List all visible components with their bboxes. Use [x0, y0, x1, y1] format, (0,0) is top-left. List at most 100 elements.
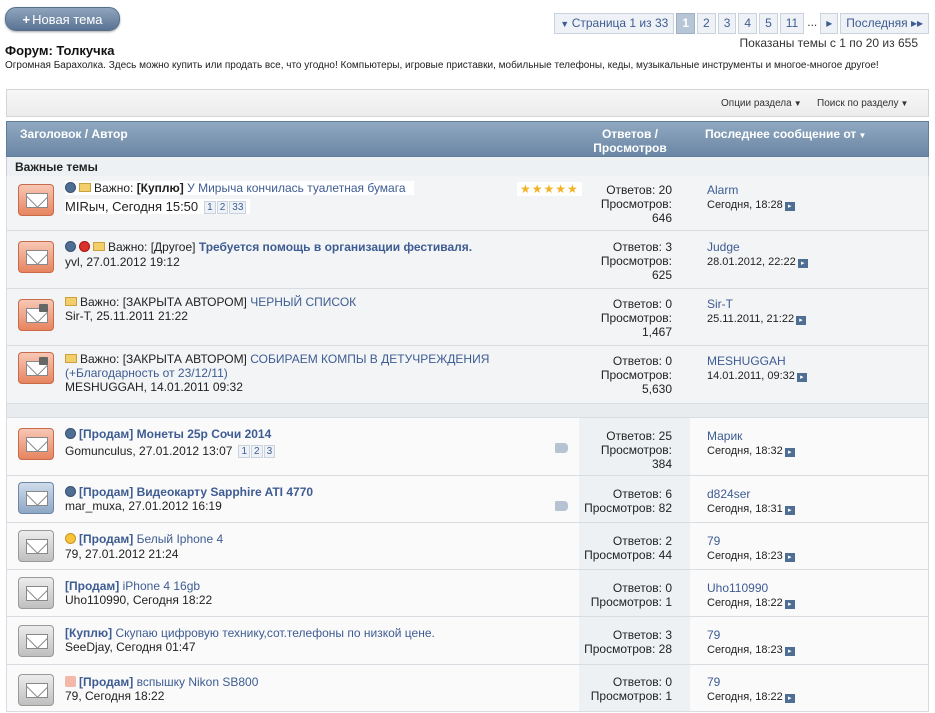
thread-title-line: Важно: [ЗАКРЫТА АВТОРОМ] СОБИРАЕМ КОМПЫ …	[65, 352, 489, 366]
thread-title-link[interactable]: У Мирыча кончилась туалетная бумага	[187, 181, 405, 195]
last-post-user[interactable]: Марик	[707, 429, 795, 443]
goto-last-post-icon[interactable]: ▸	[784, 600, 795, 609]
last-page-button[interactable]: Последняя ▸▸	[840, 13, 929, 34]
thread-title-line: [Продам] iPhone 4 16gb	[65, 579, 200, 593]
sort-last-post[interactable]: Последнее сообщение от ▼	[705, 127, 866, 141]
thread-status-icon	[65, 428, 76, 439]
thread-tag: [Другое]	[150, 240, 196, 254]
thread-title-link[interactable]: Скупаю цифровую технику,сот.телефоны по …	[115, 626, 434, 640]
thread-prefix: Важно:	[108, 240, 148, 254]
last-post-time: Сегодня, 18:32	[707, 445, 783, 457]
thread-title-line: [Продам] Видеокарту Sapphire ATI 4770	[65, 485, 313, 499]
goto-last-post-icon[interactable]: ▸	[784, 647, 795, 656]
page-link-3[interactable]: 3	[717, 13, 737, 34]
thread-author: 79, Сегодня 18:22	[65, 689, 165, 703]
goto-last-post-icon[interactable]: ▸	[796, 316, 807, 325]
views-count: Просмотров: 82	[584, 501, 672, 515]
thread-tag: [Продам]	[79, 485, 134, 499]
thread-icon	[18, 530, 54, 562]
last-post-user[interactable]: Alarm	[707, 183, 795, 197]
thread-prefix: Важно:	[80, 295, 120, 309]
page-link-5[interactable]: 5	[759, 13, 778, 34]
last-post-time: 14.01.2011, 09:32	[707, 370, 795, 382]
page-link-11[interactable]: 11	[779, 13, 805, 34]
tag-icon[interactable]	[555, 501, 568, 511]
thread-title-link-continued[interactable]: (+Благодарность от 23/12/11)	[65, 366, 228, 380]
last-post-user[interactable]: 79	[707, 534, 795, 548]
mini-page-link[interactable]: 2	[251, 445, 263, 458]
thread-title-link[interactable]: вспышку Nikon SB800	[137, 675, 259, 689]
thread-title-link[interactable]: iPhone 4 16gb	[123, 579, 200, 593]
thread-title-link[interactable]: СОБИРАЕМ КОМПЫ В ДЕТУЧРЕЖДЕНИЯ	[250, 352, 489, 366]
thread-title-link[interactable]: Видеокарту Sapphire ATI 4770	[137, 485, 313, 499]
views-count: 1,467	[641, 325, 672, 339]
next-page-button[interactable]: ▸	[820, 13, 839, 34]
section-options-menu[interactable]: Опции раздела ▼	[721, 98, 802, 109]
triangle-down-icon: ▼	[560, 19, 572, 29]
last-post-user[interactable]: Judge	[707, 240, 808, 254]
last-post-user[interactable]: 79	[707, 675, 795, 689]
views-count: Просмотров: 44	[584, 548, 672, 562]
thread-stats: Ответов: 0 Просмотров: 1	[579, 665, 690, 711]
thread-row: [Продам] Видеокарту Sapphire ATI 4770 ma…	[6, 476, 929, 523]
sort-replies-views[interactable]: Ответов / Просмотров	[585, 127, 675, 155]
goto-last-post-icon[interactable]: ▸	[797, 259, 808, 268]
thread-stats: Ответов: 0 Просмотров: 1,467	[579, 297, 690, 339]
thread-title-link[interactable]: Монеты 25р Сочи 2014	[137, 427, 272, 441]
mini-page-link[interactable]: 1	[238, 445, 251, 458]
mini-page-link[interactable]: 3	[263, 445, 276, 458]
last-post-user[interactable]: 79	[707, 628, 795, 642]
thread-title-link[interactable]: Белый Iphone 4	[137, 532, 224, 546]
last-post-user[interactable]: d824ser	[707, 487, 795, 501]
last-post-user[interactable]: Sir-T	[707, 297, 806, 311]
sort-title-author[interactable]: Заголовок / Автор	[20, 127, 128, 141]
rating-stars: ★★★★★	[517, 182, 582, 196]
last-post-info: Uho110990 Сегодня, 18:22 ▸	[707, 581, 795, 610]
page-link-2[interactable]: 2	[697, 13, 716, 34]
thread-status-icon	[65, 241, 76, 252]
thread-author: MIRыч, Сегодня 15:50 1 2 33	[65, 199, 251, 214]
goto-last-post-icon[interactable]: ▸	[784, 202, 795, 211]
thread-icon	[18, 674, 54, 706]
page-link-1[interactable]: 1	[676, 13, 696, 34]
views-count: Просмотров: 1	[590, 595, 672, 609]
thread-stats: Ответов: 3 Просмотров: 28	[579, 617, 690, 664]
views-label: Просмотров:	[600, 368, 672, 382]
thread-row: Важно: [Другое] Требуется помощь в орган…	[6, 231, 929, 289]
goto-last-post-icon[interactable]: ▸	[784, 553, 795, 562]
tag-icon[interactable]	[555, 443, 568, 453]
hot-thread-icon	[18, 428, 54, 460]
replies-count: Ответов: 20	[606, 183, 672, 197]
goto-last-post-icon[interactable]: ▸	[796, 373, 807, 382]
mini-page-link[interactable]: 33	[229, 201, 247, 214]
thread-author: MESHUGGAH, 14.01.2011 09:32	[65, 380, 243, 394]
views-count: 5,630	[641, 382, 672, 396]
folder-icon	[79, 183, 91, 192]
thread-title-line: [Продам] Белый Iphone 4	[65, 532, 223, 546]
thread-tag: [Продам]	[79, 675, 134, 689]
page-link-4[interactable]: 4	[738, 13, 758, 34]
page-of-label: Страница 1 из 33	[571, 16, 669, 30]
goto-last-post-icon[interactable]: ▸	[784, 694, 795, 703]
new-thread-button[interactable]: + Новая тема	[5, 7, 120, 31]
thread-author: yvl, 27.01.2012 19:12	[65, 255, 180, 269]
hot-thread-icon	[18, 241, 54, 273]
search-section-menu[interactable]: Поиск по разделу ▼	[817, 98, 908, 109]
last-post-user[interactable]: Uho110990	[707, 581, 795, 595]
folder-icon	[65, 354, 77, 363]
goto-last-post-icon[interactable]: ▸	[784, 448, 795, 457]
thread-stats: Ответов: 20 Просмотров: 646	[579, 183, 690, 225]
thread-prefix: Важно:	[80, 352, 120, 366]
goto-last-post-icon[interactable]: ▸	[784, 506, 795, 515]
last-post-user[interactable]: MESHUGGAH	[707, 354, 807, 368]
mini-pagination: 123	[238, 445, 276, 458]
thread-title-link[interactable]: Требуется помощь в организации фестиваля…	[199, 240, 472, 254]
showing-range: Показаны темы с 1 по 20 из 655	[739, 36, 918, 50]
search-section-label: Поиск по разделу	[817, 98, 899, 109]
thread-stats: Ответов: 0 Просмотров: 1	[579, 570, 690, 616]
mini-page-link[interactable]: 1	[204, 201, 216, 214]
mini-page-link[interactable]: 2	[216, 201, 229, 214]
thread-title-link[interactable]: ЧЕРНЫЙ СПИСОК	[250, 295, 356, 309]
page-of-button[interactable]: ▼ Страница 1 из 33	[554, 13, 675, 34]
last-post-info: Марик Сегодня, 18:32 ▸	[707, 429, 795, 458]
